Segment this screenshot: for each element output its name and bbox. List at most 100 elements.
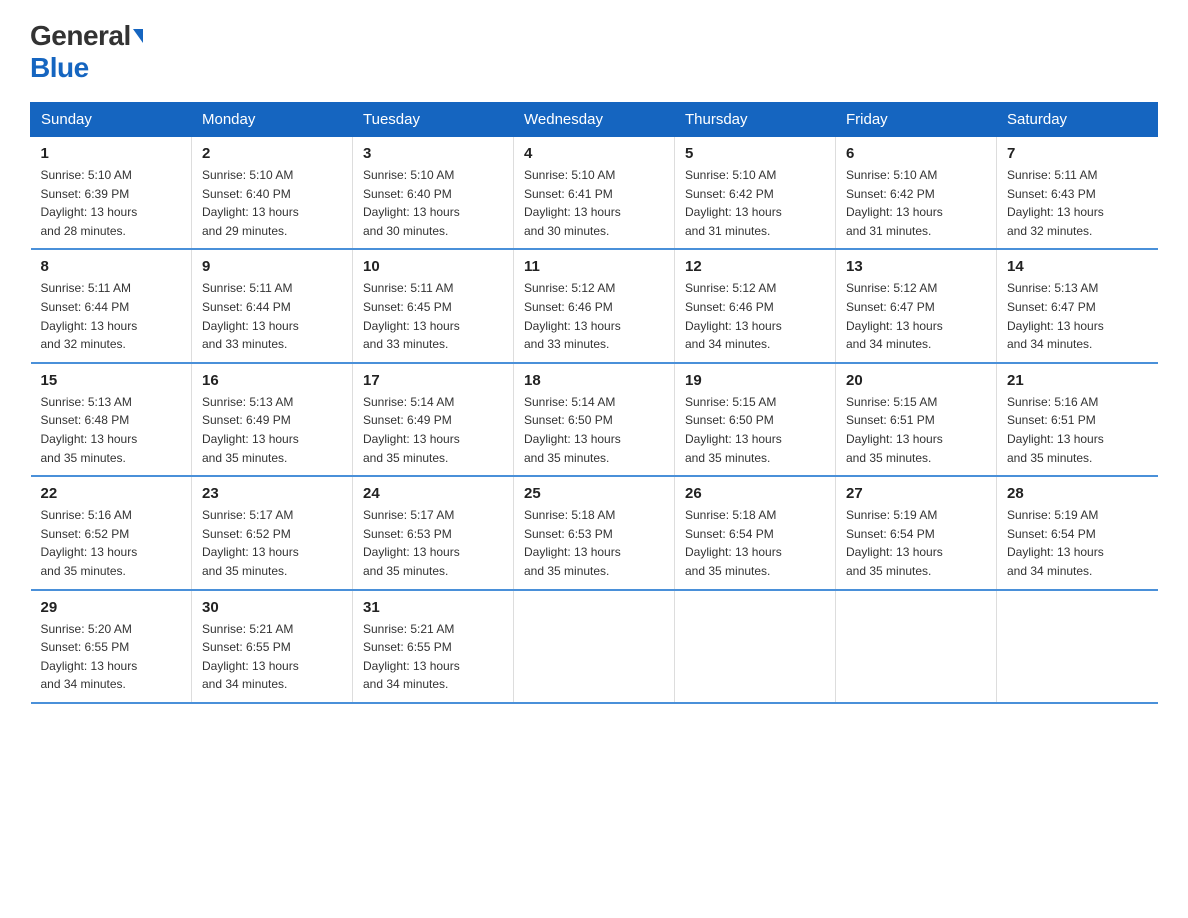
day-info: Sunrise: 5:20 AMSunset: 6:55 PMDaylight:… bbox=[41, 622, 138, 692]
calendar-cell bbox=[675, 590, 836, 703]
calendar-cell: 24Sunrise: 5:17 AMSunset: 6:53 PMDayligh… bbox=[353, 476, 514, 589]
calendar-cell: 19 Sunrise: 5:15 AMSunset: 6:50 PMDayligh… bbox=[675, 363, 836, 476]
day-number: 31 bbox=[363, 599, 503, 616]
day-info: Sunrise: 5:13 AMSunset: 6:47 PMDaylight:… bbox=[1007, 281, 1104, 351]
day-number: 5 bbox=[685, 145, 825, 162]
day-info: Sunrise: 5:11 AMSunset: 6:44 PMDaylight:… bbox=[41, 281, 138, 351]
day-info: Sunrise: 5:21 AMSunset: 6:55 PMDaylight:… bbox=[202, 622, 299, 692]
calendar-cell: 10 Sunrise: 5:11 AMSunset: 6:45 PMDayligh… bbox=[353, 249, 514, 362]
day-info: Sunrise: 5:13 AMSunset: 6:48 PMDaylight:… bbox=[41, 395, 138, 465]
week-row-5: 29 Sunrise: 5:20 AMSunset: 6:55 PMDayligh… bbox=[31, 590, 1158, 703]
day-info: Sunrise: 5:14 AMSunset: 6:50 PMDaylight:… bbox=[524, 395, 621, 465]
calendar-cell: 18 Sunrise: 5:14 AMSunset: 6:50 PMDayligh… bbox=[514, 363, 675, 476]
day-number: 6 bbox=[846, 145, 986, 162]
day-number: 24 bbox=[363, 485, 503, 502]
week-row-3: 15 Sunrise: 5:13 AMSunset: 6:48 PMDayligh… bbox=[31, 363, 1158, 476]
calendar-cell: 14 Sunrise: 5:13 AMSunset: 6:47 PMDayligh… bbox=[997, 249, 1158, 362]
calendar-header: SundayMondayTuesdayWednesdayThursdayFrid… bbox=[31, 103, 1158, 137]
calendar-cell: 8Sunrise: 5:11 AMSunset: 6:44 PMDaylight… bbox=[31, 249, 192, 362]
calendar-cell: 16 Sunrise: 5:13 AMSunset: 6:49 PMDayligh… bbox=[192, 363, 353, 476]
calendar-cell: 23Sunrise: 5:17 AMSunset: 6:52 PMDayligh… bbox=[192, 476, 353, 589]
weekday-wednesday: Wednesday bbox=[514, 103, 675, 137]
day-info: Sunrise: 5:12 AMSunset: 6:46 PMDaylight:… bbox=[524, 281, 621, 351]
calendar-cell: 13 Sunrise: 5:12 AMSunset: 6:47 PMDayligh… bbox=[836, 249, 997, 362]
calendar-cell: 21Sunrise: 5:16 AMSunset: 6:51 PMDayligh… bbox=[997, 363, 1158, 476]
day-info: Sunrise: 5:11 AMSunset: 6:44 PMDaylight:… bbox=[202, 281, 299, 351]
day-number: 19 bbox=[685, 372, 825, 389]
day-number: 13 bbox=[846, 258, 986, 275]
calendar-cell: 28 Sunrise: 5:19 AMSunset: 6:54 PMDayligh… bbox=[997, 476, 1158, 589]
calendar-cell: 4Sunrise: 5:10 AMSunset: 6:41 PMDaylight… bbox=[514, 137, 675, 250]
day-info: Sunrise: 5:14 AMSunset: 6:49 PMDaylight:… bbox=[363, 395, 460, 465]
day-number: 11 bbox=[524, 258, 664, 275]
day-info: Sunrise: 5:15 AMSunset: 6:50 PMDaylight:… bbox=[685, 395, 782, 465]
day-number: 26 bbox=[685, 485, 825, 502]
calendar-cell: 3Sunrise: 5:10 AMSunset: 6:40 PMDaylight… bbox=[353, 137, 514, 250]
day-info: Sunrise: 5:19 AMSunset: 6:54 PMDaylight:… bbox=[846, 508, 943, 578]
day-number: 2 bbox=[202, 145, 342, 162]
calendar-cell: 29 Sunrise: 5:20 AMSunset: 6:55 PMDayligh… bbox=[31, 590, 192, 703]
day-number: 25 bbox=[524, 485, 664, 502]
calendar-cell: 11 Sunrise: 5:12 AMSunset: 6:46 PMDayligh… bbox=[514, 249, 675, 362]
day-number: 18 bbox=[524, 372, 664, 389]
day-info: Sunrise: 5:15 AMSunset: 6:51 PMDaylight:… bbox=[846, 395, 943, 465]
day-number: 21 bbox=[1007, 372, 1148, 389]
calendar-cell: 7 Sunrise: 5:11 AMSunset: 6:43 PMDaylight… bbox=[997, 137, 1158, 250]
weekday-sunday: Sunday bbox=[31, 103, 192, 137]
day-number: 17 bbox=[363, 372, 503, 389]
day-info: Sunrise: 5:21 AMSunset: 6:55 PMDaylight:… bbox=[363, 622, 460, 692]
calendar-cell: 17 Sunrise: 5:14 AMSunset: 6:49 PMDayligh… bbox=[353, 363, 514, 476]
calendar-cell: 5Sunrise: 5:10 AMSunset: 6:42 PMDaylight… bbox=[675, 137, 836, 250]
week-row-2: 8Sunrise: 5:11 AMSunset: 6:44 PMDaylight… bbox=[31, 249, 1158, 362]
calendar-cell: 1 Sunrise: 5:10 AMSunset: 6:39 PMDaylight… bbox=[31, 137, 192, 250]
calendar-cell: 12Sunrise: 5:12 AMSunset: 6:46 PMDayligh… bbox=[675, 249, 836, 362]
weekday-header-row: SundayMondayTuesdayWednesdayThursdayFrid… bbox=[31, 103, 1158, 137]
day-number: 14 bbox=[1007, 258, 1148, 275]
day-number: 7 bbox=[1007, 145, 1148, 162]
day-number: 28 bbox=[1007, 485, 1148, 502]
day-info: Sunrise: 5:13 AMSunset: 6:49 PMDaylight:… bbox=[202, 395, 299, 465]
calendar-cell: 26 Sunrise: 5:18 AMSunset: 6:54 PMDayligh… bbox=[675, 476, 836, 589]
day-info: Sunrise: 5:10 AMSunset: 6:40 PMDaylight:… bbox=[363, 168, 460, 238]
day-info: Sunrise: 5:10 AMSunset: 6:42 PMDaylight:… bbox=[846, 168, 943, 238]
day-info: Sunrise: 5:10 AMSunset: 6:41 PMDaylight:… bbox=[524, 168, 621, 238]
day-number: 10 bbox=[363, 258, 503, 275]
day-info: Sunrise: 5:16 AMSunset: 6:52 PMDaylight:… bbox=[41, 508, 138, 578]
day-info: Sunrise: 5:18 AMSunset: 6:53 PMDaylight:… bbox=[524, 508, 621, 578]
day-info: Sunrise: 5:10 AMSunset: 6:40 PMDaylight:… bbox=[202, 168, 299, 238]
calendar-cell: 2 Sunrise: 5:10 AMSunset: 6:40 PMDaylight… bbox=[192, 137, 353, 250]
logo-blue-text: Blue bbox=[30, 52, 89, 84]
calendar-cell: 20 Sunrise: 5:15 AMSunset: 6:51 PMDayligh… bbox=[836, 363, 997, 476]
calendar-cell: 25 Sunrise: 5:18 AMSunset: 6:53 PMDayligh… bbox=[514, 476, 675, 589]
calendar-cell bbox=[514, 590, 675, 703]
calendar-cell: 9 Sunrise: 5:11 AMSunset: 6:44 PMDaylight… bbox=[192, 249, 353, 362]
day-info: Sunrise: 5:10 AMSunset: 6:39 PMDaylight:… bbox=[41, 168, 138, 238]
weekday-friday: Friday bbox=[836, 103, 997, 137]
day-info: Sunrise: 5:18 AMSunset: 6:54 PMDaylight:… bbox=[685, 508, 782, 578]
week-row-1: 1 Sunrise: 5:10 AMSunset: 6:39 PMDaylight… bbox=[31, 137, 1158, 250]
calendar-cell: 31 Sunrise: 5:21 AMSunset: 6:55 PMDayligh… bbox=[353, 590, 514, 703]
page-header: General Blue bbox=[30, 20, 1158, 84]
day-number: 9 bbox=[202, 258, 342, 275]
day-number: 16 bbox=[202, 372, 342, 389]
logo-general-text: General bbox=[30, 20, 143, 52]
day-info: Sunrise: 5:12 AMSunset: 6:47 PMDaylight:… bbox=[846, 281, 943, 351]
day-number: 30 bbox=[202, 599, 342, 616]
calendar-cell: 6 Sunrise: 5:10 AMSunset: 6:42 PMDaylight… bbox=[836, 137, 997, 250]
day-number: 20 bbox=[846, 372, 986, 389]
weekday-tuesday: Tuesday bbox=[353, 103, 514, 137]
day-number: 22 bbox=[41, 485, 182, 502]
day-info: Sunrise: 5:11 AMSunset: 6:43 PMDaylight:… bbox=[1007, 168, 1104, 238]
day-info: Sunrise: 5:12 AMSunset: 6:46 PMDaylight:… bbox=[685, 281, 782, 351]
day-number: 15 bbox=[41, 372, 182, 389]
day-number: 1 bbox=[41, 145, 182, 162]
week-row-4: 22 Sunrise: 5:16 AMSunset: 6:52 PMDayligh… bbox=[31, 476, 1158, 589]
logo: General Blue bbox=[30, 20, 143, 84]
weekday-thursday: Thursday bbox=[675, 103, 836, 137]
day-info: Sunrise: 5:11 AMSunset: 6:45 PMDaylight:… bbox=[363, 281, 460, 351]
day-number: 29 bbox=[41, 599, 182, 616]
day-info: Sunrise: 5:19 AMSunset: 6:54 PMDaylight:… bbox=[1007, 508, 1104, 578]
day-number: 23 bbox=[202, 485, 342, 502]
calendar-cell: 15 Sunrise: 5:13 AMSunset: 6:48 PMDayligh… bbox=[31, 363, 192, 476]
calendar-table: SundayMondayTuesdayWednesdayThursdayFrid… bbox=[30, 102, 1158, 704]
